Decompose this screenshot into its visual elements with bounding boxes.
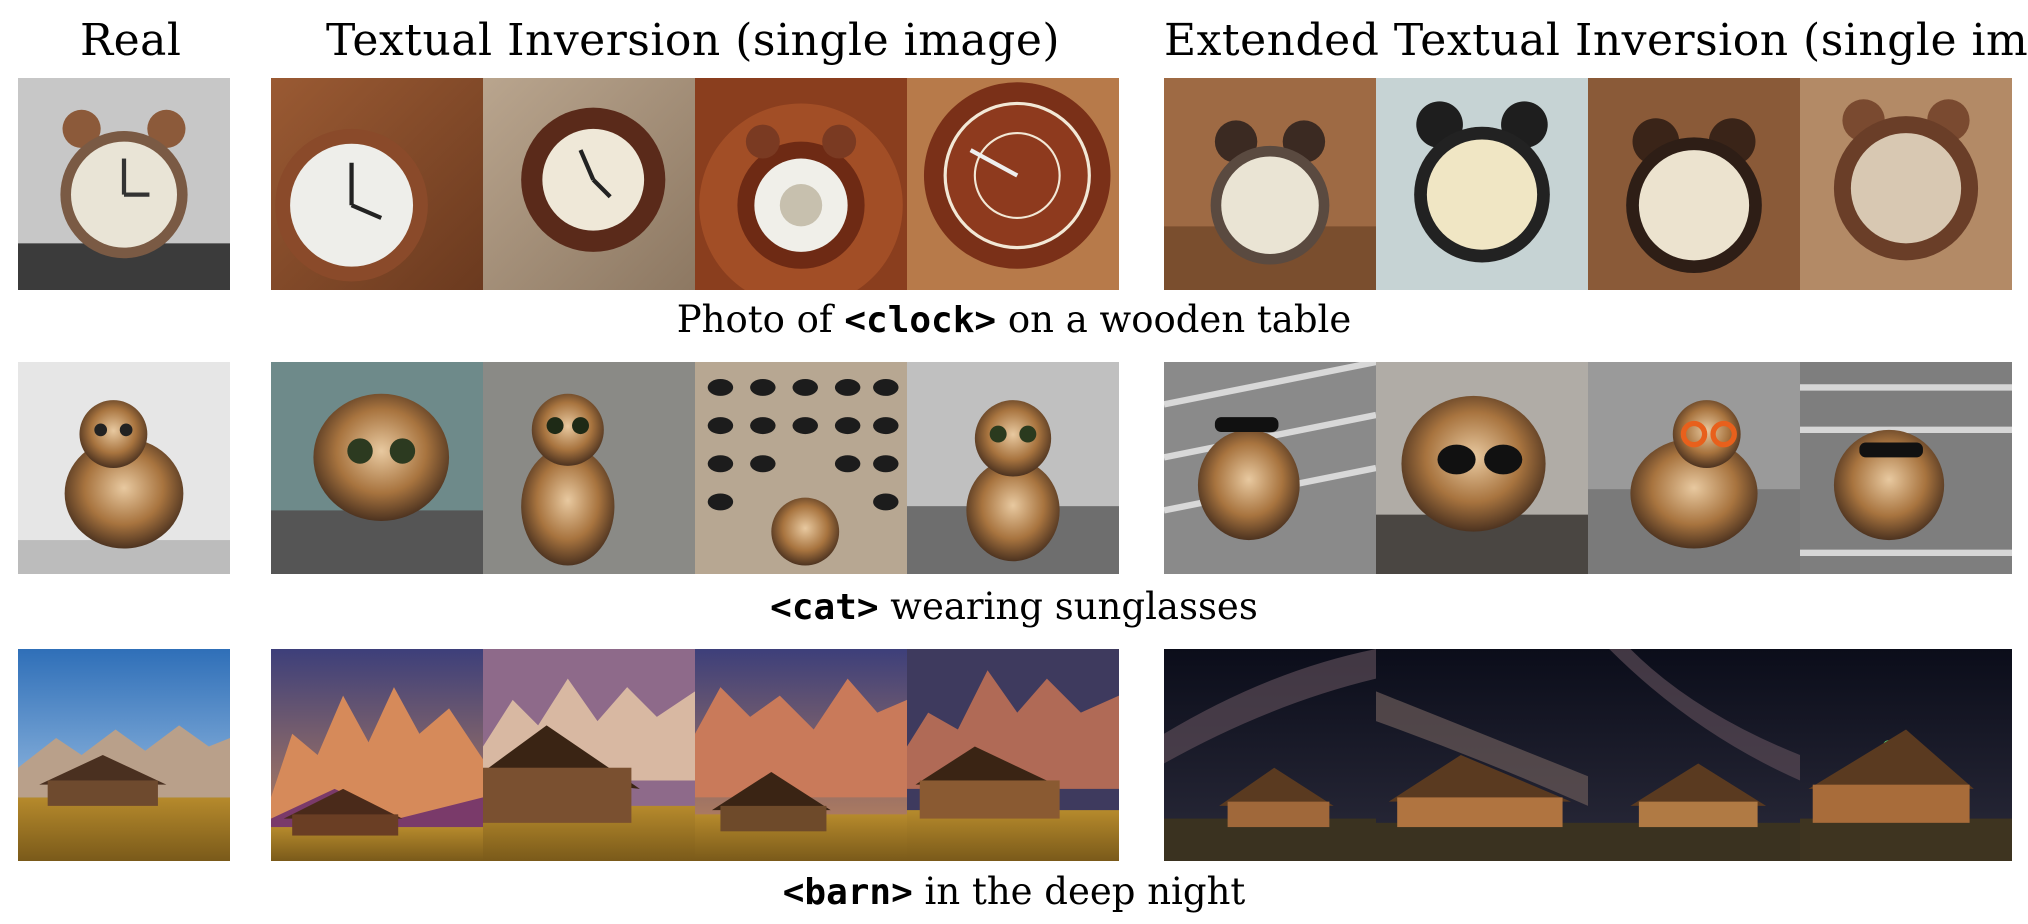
extended-textual-inversion-barn-1: [1164, 649, 1376, 861]
textual-inversion-cat-2: [483, 362, 695, 574]
extended-textual-inversion-clock-3: [1588, 78, 1800, 290]
caption-row-2: <cat> wearing sunglasses: [770, 585, 1258, 628]
extended-textual-inversion-cat-2: [1376, 362, 1588, 574]
textual-inversion-barn-1: [271, 649, 483, 861]
textual-inversion-cat-4: [907, 362, 1119, 574]
textual-inversion-clock-1: [271, 78, 483, 290]
extended-textual-inversion-clock-4: [1800, 78, 2012, 290]
extended-textual-inversion-barn-3: [1588, 649, 1800, 861]
real-image-barn: [18, 649, 230, 861]
textual-inversion-cat-3: [695, 362, 907, 574]
extended-textual-inversion-clock-1: [1164, 78, 1376, 290]
real-image-cat: [18, 362, 230, 574]
extended-textual-inversion-cat-1: [1164, 362, 1376, 574]
textual-inversion-barn-3: [695, 649, 907, 861]
extended-textual-inversion-clock-2: [1376, 78, 1588, 290]
textual-inversion-clock-3: [695, 78, 907, 290]
extended-textual-inversion-barn-2: [1376, 649, 1588, 861]
caption-row-1: Photo of <clock> on a wooden table: [676, 298, 1352, 341]
extended-textual-inversion-cat-3: [1588, 362, 1800, 574]
textual-inversion-barn-2: [483, 649, 695, 861]
header-textual-inversion: Textual Inversion (single image): [326, 15, 1061, 66]
real-image-clock: [18, 78, 230, 290]
header-real: Real: [80, 15, 182, 66]
textual-inversion-barn-4: [907, 649, 1119, 861]
textual-inversion-cat-1: [271, 362, 483, 574]
extended-textual-inversion-barn-4: [1800, 649, 2012, 861]
textual-inversion-clock-2: [483, 78, 695, 290]
textual-inversion-clock-4: [907, 78, 1119, 290]
extended-textual-inversion-cat-4: [1800, 362, 2012, 574]
header-extended-textual-inversion: Extended Textual Inversion (single image…: [1164, 15, 2028, 66]
caption-row-3: <barn> in the deep night: [782, 870, 1246, 913]
